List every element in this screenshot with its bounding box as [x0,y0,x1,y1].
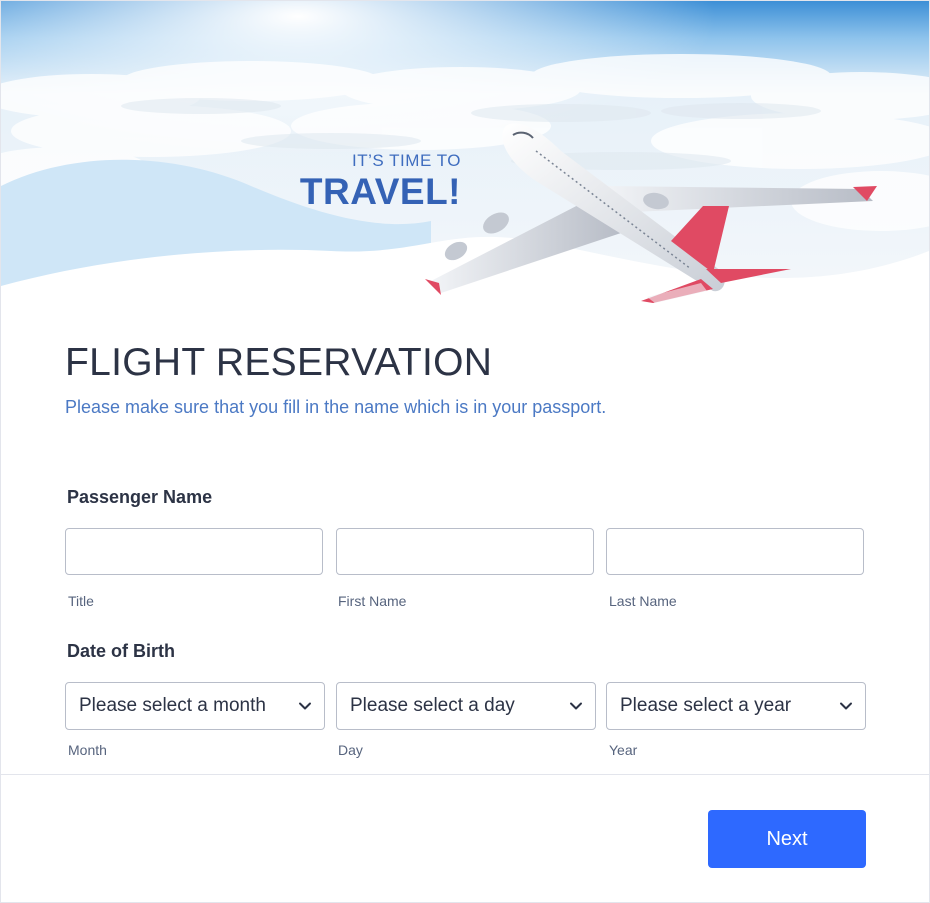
hero-tagline-small: IT’S TIME TO [352,151,461,170]
year-select[interactable]: Please select a year [606,682,866,730]
month-select-value: Please select a month [79,695,266,716]
passenger-name-label: Passenger Name [67,487,213,507]
hero-banner: IT’S TIME TO TRAVEL! [1,1,929,311]
sky-clouds-image [1,1,929,311]
first-name-sublabel: First Name [338,593,407,609]
year-sublabel: Year [609,742,638,758]
chevron-down-icon [299,702,311,710]
first-name-input[interactable] [336,528,594,575]
title-sublabel: Title [68,593,94,609]
footer-divider [1,774,929,775]
form-card: IT’S TIME TO TRAVEL! FLIGHT RESERVATION … [0,0,930,903]
form-title: FLIGHT RESERVATION [65,341,493,384]
chevron-down-icon [570,702,582,710]
last-name-sublabel: Last Name [609,593,677,609]
day-sublabel: Day [338,742,363,758]
day-select[interactable]: Please select a day [336,682,596,730]
month-sublabel: Month [68,742,107,758]
month-select[interactable]: Please select a month [65,682,325,730]
next-button[interactable]: Next [708,810,866,868]
year-select-value: Please select a year [620,695,792,716]
form-subtitle: Please make sure that you fill in the na… [65,397,607,417]
date-of-birth-label: Date of Birth [67,641,175,661]
last-name-input[interactable] [606,528,864,575]
day-select-value: Please select a day [350,695,515,716]
hero-tagline-big: TRAVEL! [299,171,461,212]
title-input[interactable] [65,528,323,575]
chevron-down-icon [840,702,852,710]
